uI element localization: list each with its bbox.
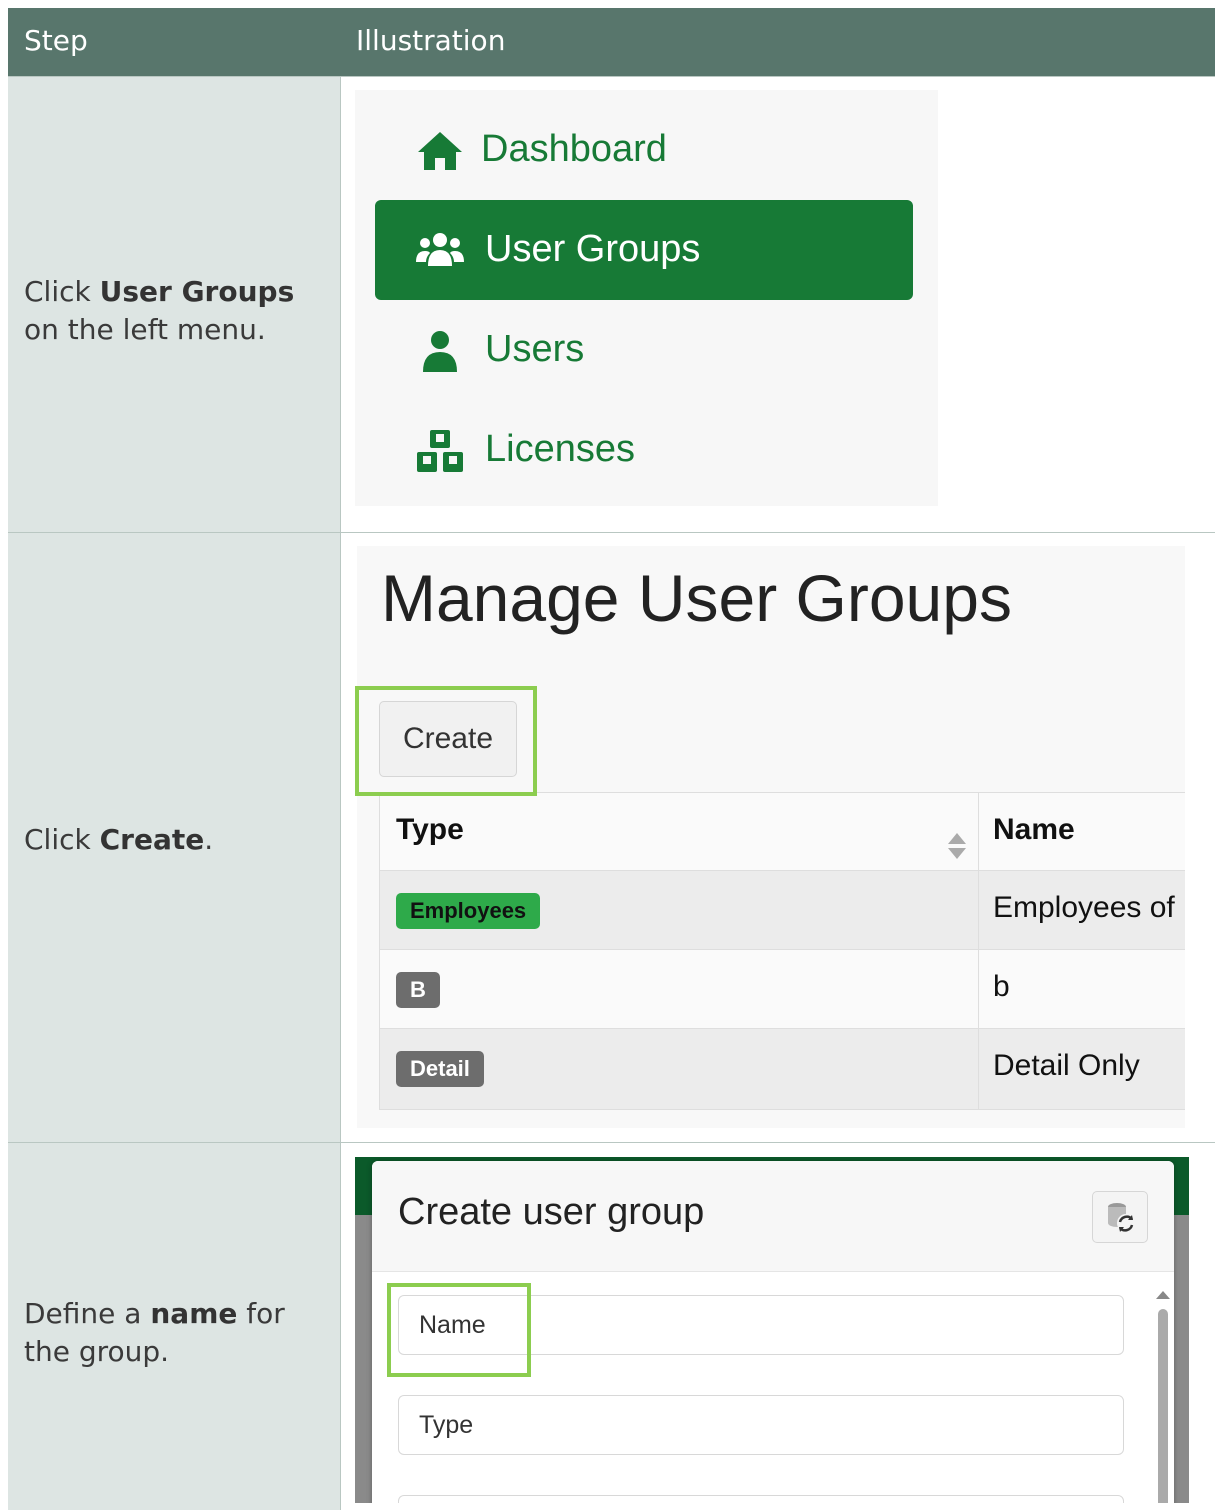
step-row-2: Click Create. Manage User Groups Create … bbox=[8, 532, 1215, 1143]
users-group-icon bbox=[416, 233, 464, 266]
modal-header: Create user group bbox=[372, 1161, 1174, 1272]
name-cell: Detail Only bbox=[993, 1049, 1140, 1082]
type-badge: B bbox=[396, 972, 440, 1008]
step-row-3: Define a name for the group. Create user… bbox=[8, 1142, 1215, 1510]
step-row-1: Click User Groups on the left menu. Dash… bbox=[8, 76, 1215, 533]
menu-label: User Groups bbox=[485, 228, 701, 270]
name-highlight-box bbox=[387, 1283, 531, 1377]
left-menu: Dashboard User Groups Users Licenses bbox=[355, 90, 938, 506]
database-refresh-icon bbox=[1108, 1203, 1135, 1232]
illustration-cell-1: Dashboard User Groups Users Licenses bbox=[342, 77, 1215, 533]
step-text-3: Define a name for the group. bbox=[24, 1297, 285, 1368]
page-title: Manage User Groups bbox=[381, 561, 1012, 635]
table-row[interactable]: Detail Detail Only bbox=[379, 1029, 1185, 1110]
type-badge: Detail bbox=[396, 1051, 484, 1087]
next-field[interactable] bbox=[398, 1495, 1124, 1503]
type-header[interactable]: Type bbox=[379, 792, 979, 871]
type-badge: Employees bbox=[396, 893, 541, 929]
step-cell-2: Click Create. bbox=[8, 533, 341, 1143]
menu-label: Dashboard bbox=[481, 128, 667, 170]
header-step: Step bbox=[24, 24, 88, 57]
refresh-button[interactable] bbox=[1092, 1191, 1148, 1243]
name-cell: b bbox=[993, 970, 1010, 1003]
manage-user-groups-panel: Manage User Groups Create Type Name Empl… bbox=[357, 546, 1185, 1128]
step-text-2: Click Create. bbox=[24, 823, 214, 856]
step-cell-1: Click User Groups on the left menu. bbox=[8, 77, 341, 533]
name-cell: Employees of bbox=[993, 891, 1175, 924]
illustration-cell-2: Manage User Groups Create Type Name Empl… bbox=[342, 533, 1215, 1143]
table-row[interactable]: B b bbox=[379, 950, 1185, 1029]
menu-item-users[interactable]: Users bbox=[375, 300, 913, 400]
menu-item-dashboard[interactable]: Dashboard bbox=[375, 100, 913, 200]
table-header: Step Illustration bbox=[8, 8, 1215, 76]
table-row[interactable]: Employees Employees of bbox=[379, 871, 1185, 950]
user-icon bbox=[423, 331, 457, 372]
illustration-cell-3: Create user group Name Type bbox=[342, 1143, 1215, 1510]
modal-scrollbar[interactable] bbox=[1156, 1291, 1170, 1503]
home-icon bbox=[418, 132, 462, 170]
step-text-1: Click User Groups on the left menu. bbox=[24, 275, 295, 346]
sort-icon[interactable] bbox=[946, 831, 968, 861]
menu-item-user-groups[interactable]: User Groups bbox=[375, 200, 913, 300]
instruction-table: Step Illustration Click User Groups on t… bbox=[8, 8, 1215, 1510]
licenses-icon bbox=[417, 430, 463, 472]
header-illustration: Illustration bbox=[356, 24, 506, 57]
modal-title: Create user group bbox=[398, 1191, 705, 1233]
name-header[interactable]: Name bbox=[977, 792, 1185, 871]
type-field[interactable]: Type bbox=[398, 1395, 1124, 1455]
table-header-row: Type Name bbox=[379, 792, 1185, 871]
menu-label: Licenses bbox=[485, 428, 635, 470]
create-highlight-box bbox=[355, 686, 537, 796]
step-cell-3: Define a name for the group. bbox=[8, 1143, 341, 1510]
menu-item-licenses[interactable]: Licenses bbox=[375, 400, 913, 500]
menu-label: Users bbox=[485, 328, 585, 370]
